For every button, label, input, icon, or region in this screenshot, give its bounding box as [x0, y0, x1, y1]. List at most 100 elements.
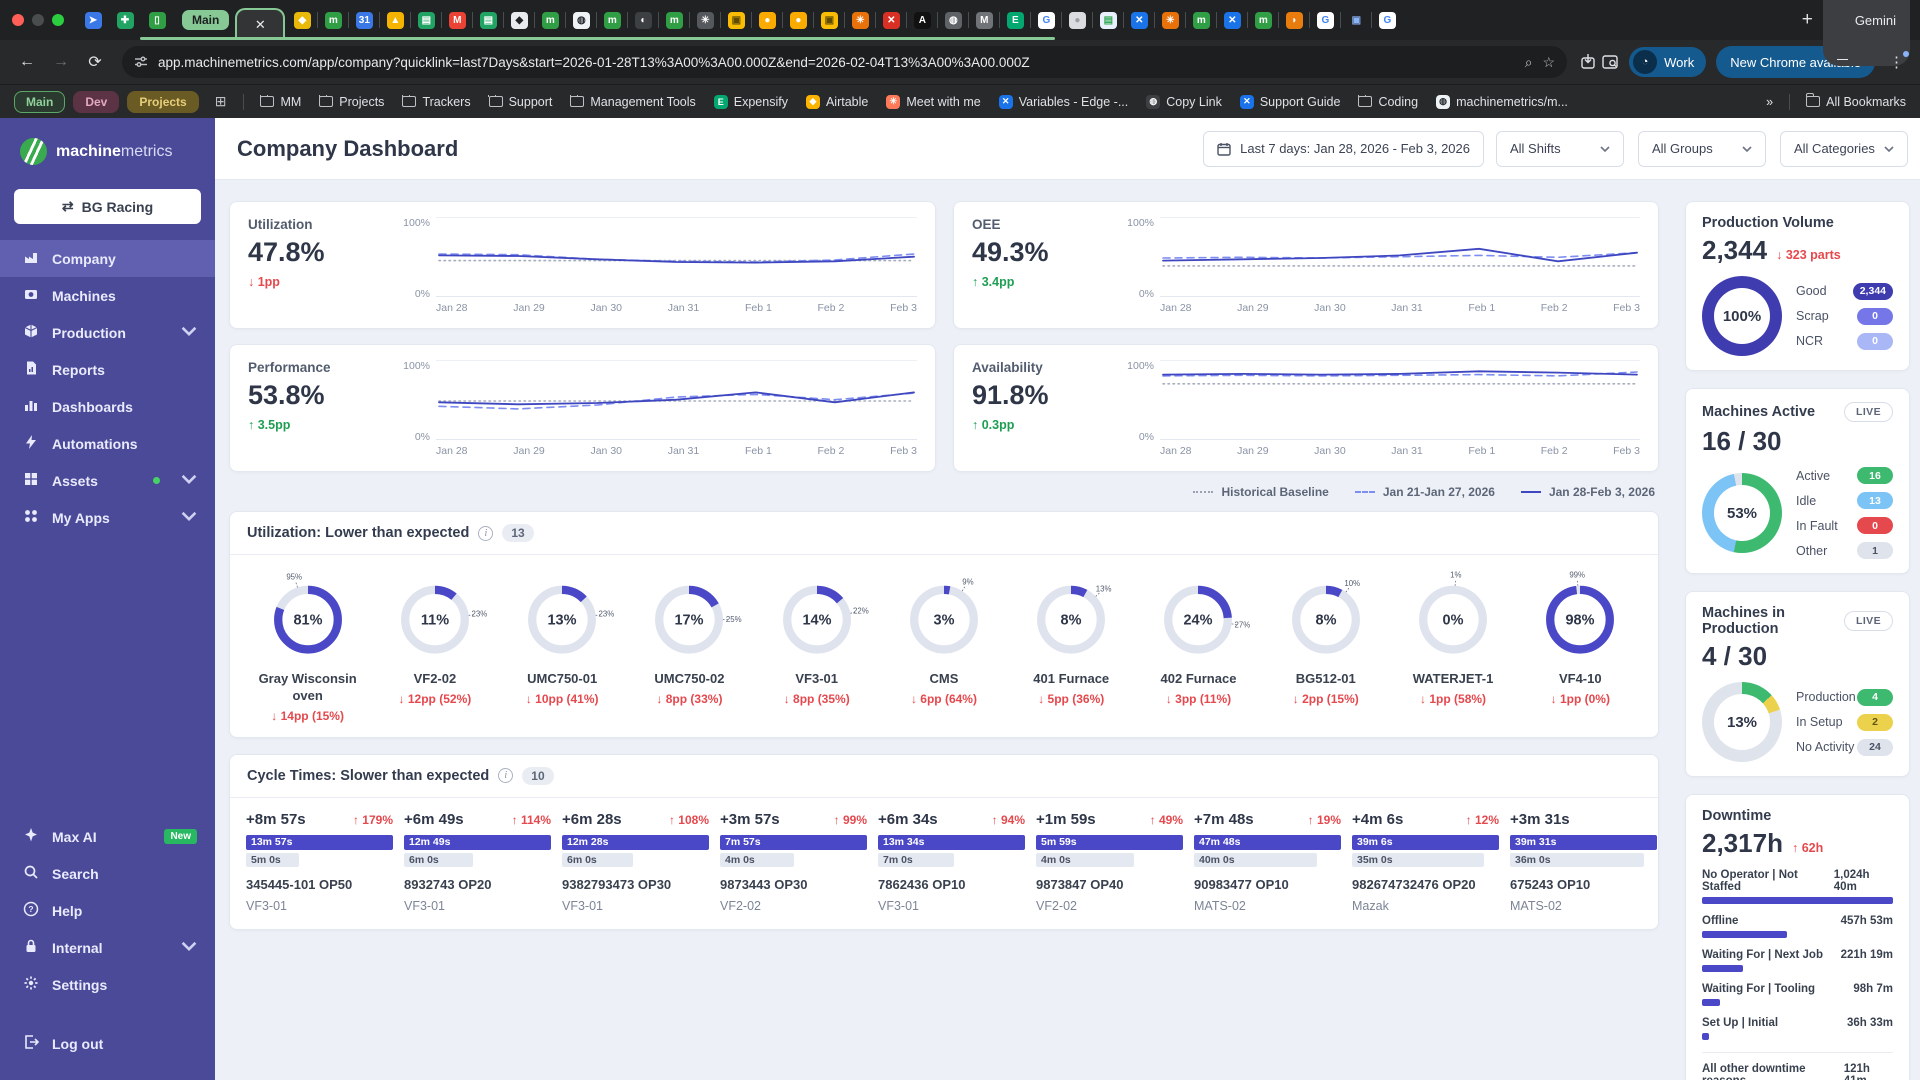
bookmark-variables-edge-[interactable]: ✕ Variables - Edge -...: [998, 94, 1128, 109]
cycle-time-entry[interactable]: +3m 57s ↑ 99% 7m 57s 4m 0s 9873443 OP30 V…: [720, 811, 867, 913]
info-icon[interactable]: i: [478, 525, 494, 541]
save-share-icon[interactable]: [1579, 53, 1597, 71]
machine-donut-cms[interactable]: 9% 3% CMS ↓ 6pp (64%): [880, 565, 1007, 723]
machine-donut-waterjet-1[interactable]: 1% 0% WATERJET-1 ↓ 1pp (58%): [1389, 565, 1516, 723]
pinned-tab-1[interactable]: ➤: [80, 7, 106, 33]
sidebar-item-automations[interactable]: Automations: [0, 425, 215, 462]
browser-tab[interactable]: ◆: [289, 7, 315, 33]
chrome-menu-button[interactable]: ⋮: [1885, 51, 1909, 71]
browser-tab[interactable]: ▣: [723, 7, 749, 33]
browser-tab[interactable]: A: [909, 7, 935, 33]
sidebar-item-search[interactable]: Search: [0, 855, 215, 892]
browser-tab[interactable]: ●: [1064, 7, 1090, 33]
browser-tab[interactable]: m: [599, 7, 625, 33]
browser-tab[interactable]: ▲: [382, 7, 408, 33]
sidebar-item-my-apps[interactable]: My Apps: [0, 499, 215, 536]
browser-tab[interactable]: ✕: [878, 7, 904, 33]
date-range-picker[interactable]: Last 7 days: Jan 28, 2026 - Feb 3, 2026: [1203, 130, 1484, 167]
bookmark-support-guide[interactable]: ✕ Support Guide: [1239, 94, 1340, 109]
browser-tab[interactable]: ✳: [847, 7, 873, 33]
profile-chip[interactable]: ◔ Work: [1629, 47, 1707, 77]
machinemetrics-logo[interactable]: machinemetrics: [0, 118, 215, 179]
sidebar-item-company[interactable]: Company: [0, 240, 215, 277]
tab-group-chip-main[interactable]: Main: [14, 90, 66, 113]
cycle-time-entry[interactable]: +6m 28s ↑ 108% 12m 28s 6m 0s 9382793473 O…: [562, 811, 709, 913]
cycle-time-entry[interactable]: +6m 49s ↑ 114% 12m 49s 6m 0s 8932743 OP20…: [404, 811, 551, 913]
cycle-time-entry[interactable]: +1m 59s ↑ 49% 5m 59s 4m 0s 9873847 OP40 V…: [1036, 811, 1183, 913]
machine-donut-umc750-02[interactable]: 25% 17% UMC750-02 ↓ 8pp (33%): [626, 565, 753, 723]
machine-donut-vf2-02[interactable]: 23% 11% VF2-02 ↓ 12pp (52%): [371, 565, 498, 723]
filter-select-all-shifts[interactable]: All Shifts: [1496, 130, 1624, 167]
browser-tab[interactable]: m: [1250, 7, 1276, 33]
cycle-time-entry[interactable]: +3m 31s 39m 31s 36m 0s 675243 OP10 MATS-…: [1510, 811, 1657, 913]
forward-button[interactable]: →: [46, 47, 76, 77]
machine-donut-402-furnace[interactable]: 27% 24% 402 Furnace ↓ 3pp (11%): [1135, 565, 1262, 723]
browser-tab[interactable]: m: [1188, 7, 1214, 33]
reload-button[interactable]: ⟳: [80, 47, 110, 77]
bookmark-mm[interactable]: MM: [260, 94, 301, 109]
filter-select-all-groups[interactable]: All Groups: [1638, 130, 1766, 167]
pinned-tab-2[interactable]: ✚: [112, 7, 138, 33]
org-switcher-button[interactable]: ⇄ BG Racing: [14, 189, 201, 224]
tab-group-chip-dev[interactable]: Dev: [73, 90, 120, 113]
browser-tab[interactable]: ◐: [630, 7, 656, 33]
browser-tab[interactable]: ◍: [568, 7, 594, 33]
browser-tab[interactable]: ▣: [1343, 7, 1369, 33]
browser-tab[interactable]: ✳: [1157, 7, 1183, 33]
side-panel-icon[interactable]: [1601, 53, 1619, 71]
machine-donut-bg512-01[interactable]: 10% 8% BG512-01 ↓ 2pp (15%): [1262, 565, 1389, 723]
info-icon[interactable]: i: [498, 768, 514, 784]
sidebar-item-machines[interactable]: Machines: [0, 277, 215, 314]
browser-tab[interactable]: ✕: [1219, 7, 1245, 33]
browser-tab[interactable]: E: [1002, 7, 1028, 33]
bookmark-projects[interactable]: Projects: [318, 94, 384, 109]
browser-tab[interactable]: m: [537, 7, 563, 33]
bookmark-trackers[interactable]: Trackers: [401, 94, 471, 109]
tab-group-main[interactable]: Main: [182, 10, 230, 30]
browser-tab[interactable]: m: [320, 7, 346, 33]
browser-tab[interactable]: M: [971, 7, 997, 33]
all-bookmarks-button[interactable]: All Bookmarks: [1805, 93, 1906, 109]
close-window-button[interactable]: [12, 14, 24, 26]
machine-donut-gray-wisconsin-oven[interactable]: 95% 81% Gray Wisconsin oven ↓ 14pp (15%): [244, 565, 371, 723]
sidebar-item-help[interactable]: ? Help: [0, 892, 215, 929]
back-button[interactable]: ←: [12, 47, 42, 77]
machine-donut-401-furnace[interactable]: 13% 8% 401 Furnace ↓ 5pp (36%): [1008, 565, 1135, 723]
browser-tab[interactable]: ●: [785, 7, 811, 33]
bookmarks-overflow-button[interactable]: »: [1766, 95, 1773, 109]
bookmark-management-tools[interactable]: Management Tools: [569, 94, 696, 109]
browser-tab[interactable]: ✕: [1126, 7, 1152, 33]
cycle-time-entry[interactable]: +4m 6s ↑ 12% 39m 6s 35m 0s 982674732476 O…: [1352, 811, 1499, 913]
browser-tab[interactable]: G: [1312, 7, 1338, 33]
bookmark-meet-with-me[interactable]: ✳ Meet with me: [886, 94, 981, 109]
browser-tab[interactable]: 31: [351, 7, 377, 33]
bookmark-star-icon[interactable]: ☆: [1543, 54, 1556, 71]
sidebar-item-dashboards[interactable]: Dashboards: [0, 388, 215, 425]
apps-grid-icon[interactable]: ⊞: [215, 93, 228, 110]
omnibox[interactable]: app.machinemetrics.com/app/company?quick…: [122, 46, 1568, 78]
browser-tab[interactable]: G: [1033, 7, 1059, 33]
site-settings-icon[interactable]: [134, 55, 148, 69]
browser-tab[interactable]: ▤: [475, 7, 501, 33]
browser-tab[interactable]: ✳: [692, 7, 718, 33]
browser-tab[interactable]: ▤: [413, 7, 439, 33]
new-tab-button[interactable]: +: [1792, 9, 1823, 31]
sidebar-item-production[interactable]: Production: [0, 314, 215, 351]
machine-donut-umc750-01[interactable]: 23% 13% UMC750-01 ↓ 10pp (41%): [499, 565, 626, 723]
url-text[interactable]: app.machinemetrics.com/app/company?quick…: [158, 55, 1515, 70]
active-tab[interactable]: ✕: [235, 8, 286, 40]
cycle-time-entry[interactable]: +7m 48s ↑ 19% 47m 48s 40m 0s 90983477 OP1…: [1194, 811, 1341, 913]
browser-tab[interactable]: ◍: [940, 7, 966, 33]
lens-search-icon[interactable]: ⌕: [1525, 54, 1533, 71]
sidebar-item-assets[interactable]: Assets: [0, 462, 215, 499]
filter-select-all-categories[interactable]: All Categories: [1780, 130, 1908, 167]
sidebar-item-reports[interactable]: Reports: [0, 351, 215, 388]
browser-tab[interactable]: ◗: [1281, 7, 1307, 33]
browser-tab[interactable]: ▤: [1095, 7, 1121, 33]
bookmark-copy-link[interactable]: ◍ Copy Link: [1146, 94, 1222, 109]
bookmark-machinemetrics-m-[interactable]: ◍ machinemetrics/m...: [1436, 94, 1568, 109]
browser-tab[interactable]: m: [661, 7, 687, 33]
browser-tab[interactable]: G: [1374, 7, 1400, 33]
machine-donut-vf4-10[interactable]: 99% 98% VF4-10 ↓ 1pp (0%): [1517, 565, 1644, 723]
tab-group-chip-projects[interactable]: Projects: [127, 90, 199, 113]
